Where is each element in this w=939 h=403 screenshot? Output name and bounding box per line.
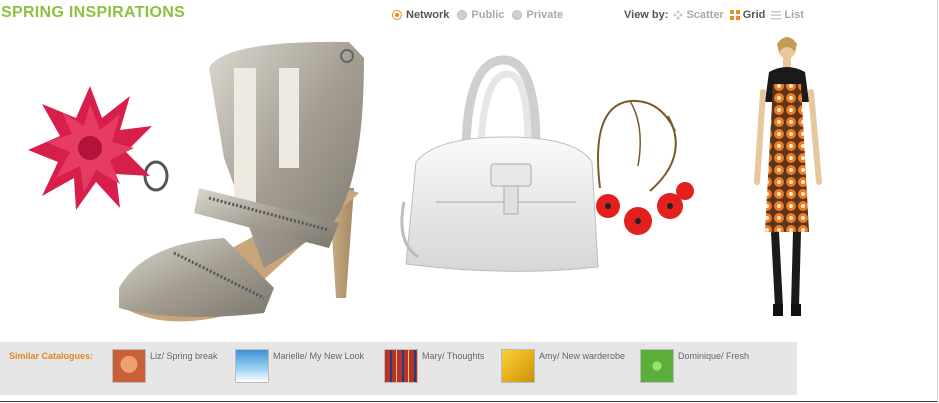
- visibility-private-option[interactable]: Private: [512, 9, 563, 21]
- visibility-public-label: Public: [471, 9, 505, 21]
- view-scatter-label: Scatter: [686, 9, 724, 21]
- view-grid-label: Grid: [742, 9, 766, 21]
- grid-icon: [729, 10, 740, 20]
- catalogue-item[interactable]: Liz/ Spring break: [112, 349, 218, 383]
- catalogue-item[interactable]: Mary/ Thoughts: [384, 349, 484, 383]
- page-title: SPRING INSPIRATIONS: [1, 4, 186, 21]
- catalogue-thumbnail[interactable]: [384, 349, 418, 383]
- catalogue-item[interactable]: Dominique/ Fresh: [640, 349, 749, 383]
- visibility-network-label: Network: [406, 9, 450, 21]
- similar-catalogues-bar: Similar Catalogues: Liz/ Spring break Ma…: [0, 342, 797, 395]
- visibility-selector: Network Public Private: [392, 9, 571, 21]
- radio-icon[interactable]: [457, 10, 468, 20]
- list-icon: [771, 10, 782, 19]
- model-image[interactable]: [749, 32, 835, 322]
- catalogue-name[interactable]: Liz/ Spring break: [150, 351, 218, 361]
- catalogue-thumbnail[interactable]: [112, 349, 146, 383]
- catalogue-name[interactable]: Mary/ Thoughts: [422, 351, 484, 361]
- radio-selected-icon[interactable]: [392, 10, 402, 20]
- product-grid: [0, 32, 937, 340]
- visibility-network-option[interactable]: Network: [392, 9, 449, 21]
- visibility-private-label: Private: [526, 9, 564, 21]
- catalogue-thumbnail[interactable]: [235, 349, 269, 383]
- catalogue-name[interactable]: Dominique/ Fresh: [678, 351, 749, 361]
- radio-icon[interactable]: [512, 10, 523, 20]
- catalogue-name[interactable]: Marielle/ My New Look: [273, 351, 364, 361]
- necklace-image[interactable]: [590, 96, 702, 258]
- visibility-public-option[interactable]: Public: [457, 9, 504, 21]
- view-grid-option[interactable]: Grid: [729, 9, 766, 21]
- view-by-label: View by:: [624, 9, 669, 21]
- similar-catalogues-label: Similar Catalogues:: [9, 351, 94, 361]
- catalogue-thumbnail[interactable]: [640, 349, 674, 383]
- view-list-option[interactable]: List: [771, 9, 804, 21]
- catalogue-item[interactable]: Amy/ New warderobe: [501, 349, 625, 383]
- view-scatter-option[interactable]: Scatter: [673, 9, 724, 21]
- handbag-image[interactable]: [396, 52, 601, 274]
- catalogue-name[interactable]: Amy/ New warderobe: [539, 351, 625, 361]
- scatter-icon: [673, 10, 683, 20]
- sandal-image[interactable]: [114, 38, 376, 330]
- catalogue-item[interactable]: Marielle/ My New Look: [235, 349, 364, 383]
- view-by-selector: View by: Scatter Grid List: [624, 9, 810, 21]
- catalogue-thumbnail[interactable]: [501, 349, 535, 383]
- view-list-label: List: [784, 9, 804, 21]
